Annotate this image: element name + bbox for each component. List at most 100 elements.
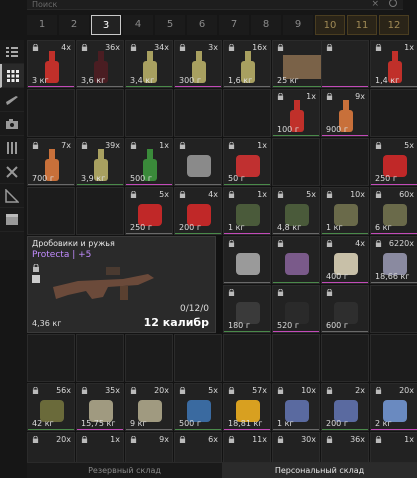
item-count: 1x — [257, 141, 267, 150]
category-rail — [0, 40, 24, 260]
champagne-bottle-item[interactable]: 3x 300 г — [174, 40, 222, 88]
champagne-bottle-item[interactable]: 16x 1,6 кг — [223, 40, 271, 88]
page-tab-12[interactable]: 12 — [379, 15, 409, 35]
suppressor-item[interactable]: 520 г — [272, 285, 320, 333]
red-bottle-item[interactable]: 4x 3 кг — [27, 40, 75, 88]
tab-reserve-storage[interactable]: Резервный склад — [27, 462, 222, 478]
empty-slot[interactable] — [27, 334, 75, 382]
empty-slot[interactable] — [370, 285, 417, 333]
battery-item[interactable]: 2x 200 г — [321, 383, 369, 431]
rock-pile-item[interactable]: 35x 15,75 кг — [76, 383, 124, 431]
orange-bottle-item[interactable]: 9x 900 г — [321, 89, 369, 137]
search-icon[interactable] — [389, 0, 397, 7]
empty-slot[interactable] — [174, 89, 222, 137]
page-tab-5[interactable]: 5 — [155, 15, 185, 35]
page-tab-10[interactable]: 10 — [315, 15, 345, 35]
item-count: 9x — [355, 92, 365, 101]
page-tabs: 1 2 3 4 5 6 7 8 9 10 11 12 — [27, 15, 417, 35]
backpack-item[interactable]: 5x 4,8 кг — [272, 187, 320, 235]
lock-icon — [375, 191, 382, 198]
dynamite-item[interactable]: 5x 250 г — [370, 138, 417, 186]
champagne-bottle-item[interactable]: 39x 3,9 кг — [76, 138, 124, 186]
item-count: 57x — [252, 386, 267, 395]
item-count: 4x — [355, 239, 365, 248]
page-tab-4[interactable]: 4 — [123, 15, 153, 35]
page-tab-2[interactable]: 2 — [59, 15, 89, 35]
list-view-icon[interactable] — [0, 40, 24, 64]
ammo-pile-item[interactable]: 6220x 18,66 кг — [370, 236, 417, 284]
weapons-icon[interactable] — [0, 88, 24, 112]
search-input[interactable]: Поиск × — [27, 0, 403, 10]
shotgun-item[interactable]: Дробовики и ружья Protecta | +5 0/12/0 1… — [27, 236, 216, 333]
battery-item[interactable]: 10x 1 кг — [272, 383, 320, 431]
empty-slot[interactable] — [370, 89, 417, 137]
lock-icon — [130, 142, 137, 149]
tools-icon[interactable] — [0, 160, 24, 184]
lock-icon — [228, 44, 235, 51]
scope-item[interactable]: 180 г — [223, 285, 271, 333]
red-bottle-item[interactable]: 1x 100 г — [272, 89, 320, 137]
rolled-bandage-item[interactable]: 4x 400 г — [321, 236, 369, 284]
empty-slot[interactable] — [174, 334, 222, 382]
mask-item[interactable] — [223, 236, 271, 284]
empty-slot[interactable] — [76, 89, 124, 137]
chip-item[interactable]: 20x 2 кг — [370, 383, 417, 431]
bandage-item[interactable]: 10x 1 кг — [321, 187, 369, 235]
empty-slot[interactable] — [125, 89, 173, 137]
camera-icon[interactable] — [0, 112, 24, 136]
dynamite-item[interactable]: 5x 250 г — [125, 187, 173, 235]
empty-slot[interactable] — [223, 334, 271, 382]
empty-slot[interactable] — [223, 89, 271, 137]
page-tab-1[interactable]: 1 — [27, 15, 57, 35]
lock-icon — [179, 142, 186, 149]
crystal-item[interactable]: 57x 18,81 кг — [223, 383, 271, 431]
page-tab-7[interactable]: 7 — [219, 15, 249, 35]
dark-bottle-item[interactable]: 36x 3,6 кг — [76, 40, 124, 88]
green-bottle-item[interactable]: 1x 500 г — [125, 138, 173, 186]
page-tab-11[interactable]: 11 — [347, 15, 377, 35]
flare-item[interactable]: 1x 50 г — [223, 138, 271, 186]
rock-pile-item[interactable]: 20x 9 кг — [125, 383, 173, 431]
orange-bottle-item[interactable]: 7x 700 г — [27, 138, 75, 186]
lock-icon — [326, 436, 333, 443]
dynamite-item[interactable]: 4x 200 г — [174, 187, 222, 235]
empty-slot[interactable] — [321, 334, 369, 382]
item-weight: 3 кг — [32, 76, 49, 85]
page-tab-3[interactable]: 3 — [91, 15, 121, 35]
champagne-bottle-item[interactable]: 34x 3,4 кг — [125, 40, 173, 88]
empty-slot[interactable] — [76, 334, 124, 382]
item-count: 1x — [110, 435, 120, 444]
page-tab-6[interactable]: 6 — [187, 15, 217, 35]
inhaler-item[interactable]: 5x 500 г — [174, 383, 222, 431]
page-tab-8[interactable]: 8 — [251, 15, 281, 35]
tab-personal-storage[interactable]: Персональный склад — [222, 462, 417, 478]
empty-slot[interactable] — [272, 334, 320, 382]
sliders-icon[interactable] — [0, 136, 24, 160]
empty-slot[interactable] — [76, 187, 124, 235]
box-icon[interactable] — [0, 208, 24, 232]
item-weight: 250 г — [130, 223, 153, 232]
item-weight: 9 кг — [130, 419, 147, 428]
empty-slot[interactable] — [272, 138, 320, 186]
empty-slot[interactable] — [27, 187, 75, 235]
demon-mask-item[interactable] — [272, 236, 320, 284]
magazine-item[interactable]: 600 г — [321, 285, 369, 333]
item-count: 20x — [154, 386, 169, 395]
grid-icon[interactable] — [0, 64, 24, 88]
lock-icon — [228, 142, 235, 149]
clear-icon[interactable]: × — [371, 0, 379, 9]
lock-icon — [179, 44, 186, 51]
empty-slot[interactable] — [125, 334, 173, 382]
ruler-icon[interactable] — [0, 184, 24, 208]
page-tab-9[interactable]: 9 — [283, 15, 313, 35]
red-bottle-item[interactable]: 1x 1,4 кг — [370, 40, 417, 88]
sandbag-item[interactable]: 56x 42 кг — [27, 383, 75, 431]
empty-slot[interactable] — [321, 138, 369, 186]
backpack-item[interactable]: 1x 1 кг — [223, 187, 271, 235]
gas-mask-item[interactable] — [174, 138, 222, 186]
empty-item[interactable] — [321, 40, 369, 88]
empty-slot[interactable] — [370, 334, 417, 382]
lock-icon — [326, 289, 333, 296]
empty-slot[interactable] — [27, 89, 75, 137]
bandage-item[interactable]: 60x 6 кг — [370, 187, 417, 235]
